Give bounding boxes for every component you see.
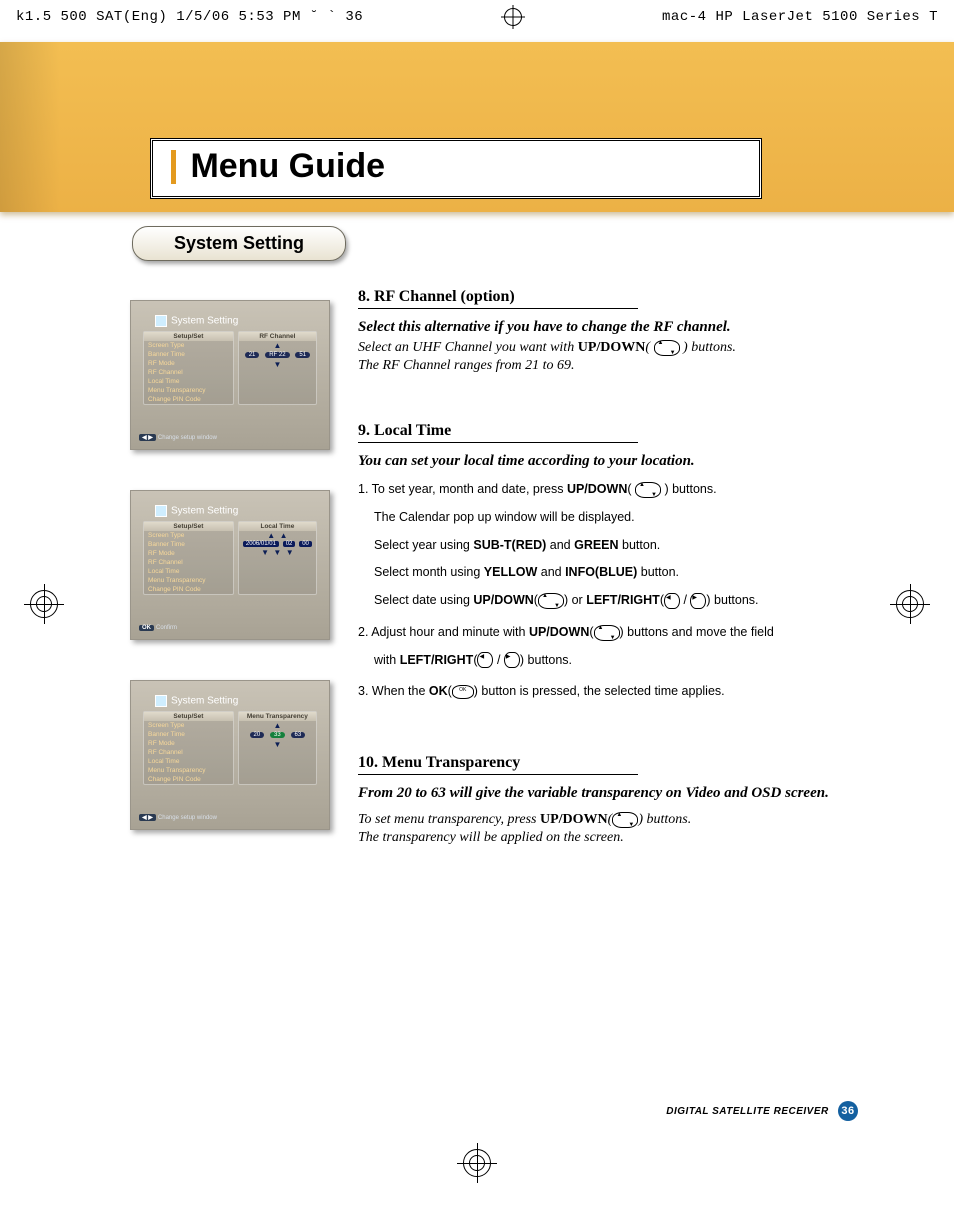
accent-bar-icon — [171, 150, 176, 184]
osd-footer-text: Change setup window — [158, 435, 217, 441]
osd-min-value: 00 — [299, 541, 312, 547]
updown-icon — [654, 340, 680, 356]
arrow-up-icon: ▲ ▲ — [239, 531, 316, 540]
osd-value: RF 22 — [265, 352, 289, 358]
osd-screenshot-local-time: System Setting Setup/Set Screen Type Ban… — [130, 490, 330, 640]
osd-menu-item: Screen Type — [144, 721, 233, 730]
osd-menu-item: RF Channel — [144, 368, 233, 377]
heading-rule — [358, 442, 638, 443]
registration-mark-icon — [30, 590, 58, 618]
print-header-right: mac-4 HP LaserJet 5100 Series T — [662, 9, 938, 25]
osd-value: 51 — [295, 352, 310, 358]
arrow-up-icon: ▲ — [239, 721, 316, 730]
screenshot-column: System Setting Setup/Set Screen Type Ban… — [130, 300, 340, 870]
osd-menu-item: Change PIN Code — [144, 395, 233, 404]
print-header-left: k1.5 500 SAT(Eng) 1/5/06 5:53 PM ˘ ` 36 — [16, 9, 363, 25]
osd-menu-item: Banner Time — [144, 540, 233, 549]
osd-menu-item: Local Time — [144, 757, 233, 766]
arrow-down-icon: ▼ ▼ ▼ — [239, 548, 316, 557]
lead-transparency: From 20 to 63 will give the variable tra… — [358, 785, 858, 802]
osd-menu-item: Local Time — [144, 377, 233, 386]
osd-hour-value: 02 — [283, 541, 296, 547]
osd-left-header: Setup/Set — [144, 712, 233, 721]
osd-menu-item: Local Time — [144, 567, 233, 576]
osd-value: 63 — [291, 732, 306, 738]
right-icon — [504, 652, 520, 668]
osd-footer-text: Change setup window — [158, 815, 217, 821]
arrow-up-icon: ▲ — [239, 341, 316, 350]
page-title: Menu Guide — [190, 147, 385, 185]
osd-menu-item: RF Channel — [144, 558, 233, 567]
osd-menu-item: Banner Time — [144, 350, 233, 359]
osd-right-header: Menu Transparency — [239, 712, 316, 721]
page-title-box: Menu Guide — [150, 138, 762, 199]
page-footer: DIGITAL SATELLITE RECEIVER 36 — [666, 1101, 858, 1121]
osd-value: 21 — [245, 352, 260, 358]
osd-right-header: Local Time — [239, 522, 316, 531]
updown-icon — [538, 593, 564, 609]
page-number: 36 — [838, 1101, 858, 1121]
osd-screenshot-rf-channel: System Setting Setup/Set Screen Type Ban… — [130, 300, 330, 450]
updown-icon — [594, 625, 620, 641]
para: The RF Channel ranges from 21 to 69. — [358, 358, 858, 374]
heading-transparency: 10. Menu Transparency — [358, 754, 858, 772]
updown-icon — [612, 812, 638, 828]
osd-screenshot-transparency: System Setting Setup/Set Screen Type Ban… — [130, 680, 330, 830]
text-column: 8. RF Channel (option) Select this alter… — [358, 280, 858, 848]
osd-footer-key: OK — [139, 625, 154, 631]
osd-menu-item: Banner Time — [144, 730, 233, 739]
registration-mark-icon — [504, 8, 522, 26]
osd-title: System Setting — [155, 315, 323, 327]
heading-rf-channel: 8. RF Channel (option) — [358, 288, 858, 306]
registration-mark-icon — [463, 1149, 491, 1177]
right-icon — [690, 593, 706, 609]
osd-menu-item: Screen Type — [144, 341, 233, 350]
para: Select an UHF Channel you want with UP/D… — [358, 340, 858, 356]
left-icon — [477, 652, 493, 668]
osd-footer-key: ◀ ▶ — [139, 814, 156, 821]
lead-local-time: You can set your local time according to… — [358, 453, 858, 470]
heading-rule — [358, 308, 638, 309]
title-band: Menu Guide — [0, 42, 954, 212]
osd-date-value: 2006/01/01 — [243, 541, 279, 547]
osd-value: 33 — [270, 732, 285, 738]
osd-menu-item: RF Mode — [144, 549, 233, 558]
ok-icon — [452, 685, 474, 699]
step-list: 1. To set year, month and date, press UP… — [358, 478, 858, 704]
print-job-header: k1.5 500 SAT(Eng) 1/5/06 5:53 PM ˘ ` 36 … — [0, 0, 954, 34]
osd-menu-item: Change PIN Code — [144, 775, 233, 784]
updown-icon — [635, 482, 661, 498]
footer-label: DIGITAL SATELLITE RECEIVER — [666, 1106, 828, 1117]
osd-menu-item: RF Channel — [144, 748, 233, 757]
lead-rf: Select this alternative if you have to c… — [358, 319, 858, 336]
osd-title: System Setting — [155, 505, 323, 517]
osd-menu-item: Change PIN Code — [144, 585, 233, 594]
osd-menu-item: Menu Transparency — [144, 386, 233, 395]
section-subtitle: System Setting — [132, 226, 346, 261]
heading-local-time: 9. Local Time — [358, 422, 858, 440]
osd-menu-item: Menu Transparency — [144, 576, 233, 585]
osd-menu-item: Menu Transparency — [144, 766, 233, 775]
osd-menu-item: Screen Type — [144, 531, 233, 540]
arrow-down-icon: ▼ — [239, 740, 316, 749]
osd-footer-key: ◀ ▶ — [139, 434, 156, 441]
para: To set menu transparency, press UP/DOWN(… — [358, 812, 858, 828]
registration-mark-icon — [896, 590, 924, 618]
osd-menu-item: RF Mode — [144, 739, 233, 748]
osd-right-header: RF Channel — [239, 332, 316, 341]
osd-left-header: Setup/Set — [144, 332, 233, 341]
arrow-down-icon: ▼ — [239, 360, 316, 369]
osd-footer-text: Confirm — [156, 625, 177, 631]
osd-menu-item: RF Mode — [144, 359, 233, 368]
osd-left-header: Setup/Set — [144, 522, 233, 531]
osd-value: 20 — [250, 732, 265, 738]
osd-title: System Setting — [155, 695, 323, 707]
para: The transparency will be applied on the … — [358, 830, 858, 846]
heading-rule — [358, 774, 638, 775]
left-icon — [664, 593, 680, 609]
